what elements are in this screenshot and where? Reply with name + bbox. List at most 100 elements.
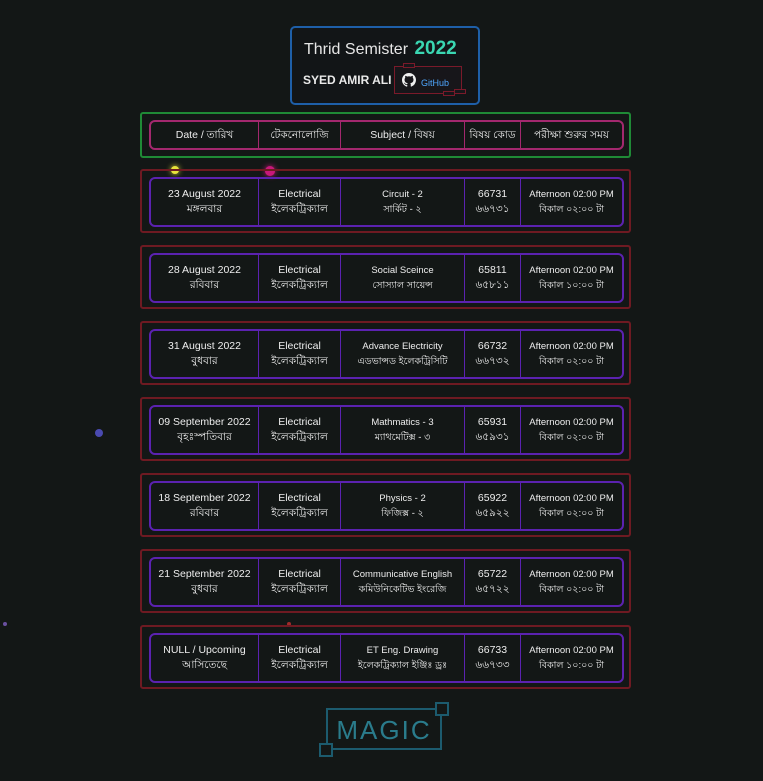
date-cell: 28 August 2022 রবিবার <box>151 255 259 301</box>
tech-en: Electrical <box>278 340 321 352</box>
day-text: মঙ্গলবার <box>186 203 223 215</box>
tech-bn: ইলেকট্রিক্যাল <box>271 507 328 519</box>
time-cell: Afternoon 02:00 PM বিকাল ০২:০০ টা <box>521 179 622 225</box>
table-row-inner: 21 September 2022 বুধবার Electrical ইলেকট্… <box>149 557 624 607</box>
tech-bn: ইলেকট্রিক্যাল <box>271 203 328 215</box>
subject-bn: সার্কিট - ২ <box>383 204 422 215</box>
code-cell: 66731 ৬৬৭৩১ <box>465 179 521 225</box>
subject-bn: ইলেকট্রিক্যাল ইঞ্জিঃ ড্রঃ <box>357 660 448 671</box>
table-row-inner: 28 August 2022 রবিবার Electrical ইলেকট্রিক… <box>149 253 624 303</box>
column-header-technology: টেকনোলোজি <box>259 122 341 148</box>
subject-cell: Social Sceince সোস্যাল সায়েন্স <box>341 255 465 301</box>
subject-bn: এডভান্সড ইলেকট্রিসিটি <box>357 356 448 367</box>
tech-en: Electrical <box>278 188 321 200</box>
tech-en: Electrical <box>278 264 321 276</box>
code-bn: ৬৫৭২২ <box>475 583 510 595</box>
tech-en: Electrical <box>278 416 321 428</box>
time-en: Afternoon 02:00 PM <box>529 189 614 200</box>
subject-en: Physics - 2 <box>379 493 426 504</box>
table-row-inner: 09 September 2022 বৃহঃস্পতিবার Electrical… <box>149 405 624 455</box>
subject-en: ET Eng. Drawing <box>366 645 439 656</box>
date-text: NULL / Upcoming <box>163 644 246 656</box>
code-en: 66731 <box>477 188 508 200</box>
date-text: 28 August 2022 <box>168 264 241 276</box>
table-header-inner: Date / তারিখ টেকনোলোজি Subject / বিষয় ব… <box>149 120 624 150</box>
time-bn: বিকাল ১০:০০ টা <box>538 280 605 291</box>
date-cell: 09 September 2022 বৃহঃস্পতিবার <box>151 407 259 453</box>
table-row-inner: 23 August 2022 মঙ্গলবার Electrical ইলেকট্র… <box>149 177 624 227</box>
table-row-inner: 31 August 2022 বুধবার Electrical ইলেকট্রিক… <box>149 329 624 379</box>
code-en: 65922 <box>477 492 508 504</box>
header-card: Thrid Semister 2022 SYED AMIR ALI GitHub <box>290 26 480 105</box>
subject-cell: Advance Electricity এডভান্সড ইলেকট্রিসিটি <box>341 331 465 377</box>
subject-en: Social Sceince <box>371 265 434 276</box>
time-bn: বিকাল ১০:০০ টা <box>538 660 605 671</box>
time-cell: Afternoon 02:00 PM বিকাল ১০:০০ টা <box>521 635 622 681</box>
tech-en: Electrical <box>278 492 321 504</box>
title-text: Thrid Semister <box>304 41 409 58</box>
code-cell: 65922 ৬৫৯২২ <box>465 483 521 529</box>
subject-bn: ম্যাথমেটিক্স - ৩ <box>374 432 431 443</box>
date-text: 21 September 2022 <box>158 568 251 580</box>
date-cell: 31 August 2022 বুধবার <box>151 331 259 377</box>
subject-en: Communicative English <box>352 569 453 580</box>
code-cell: 65811 ৬৫৮১১ <box>465 255 521 301</box>
date-text: 23 August 2022 <box>168 188 241 200</box>
subject-bn: সোস্যাল সায়েন্স <box>372 280 433 291</box>
time-en: Afternoon 02:00 PM <box>529 645 614 656</box>
subject-en: Circuit - 2 <box>382 189 423 200</box>
page: Thrid Semister 2022 SYED AMIR ALI GitHub… <box>0 0 763 781</box>
time-bn: বিকাল ০২:০০ টা <box>538 508 605 519</box>
technology-cell: Electrical ইলেকট্রিক্যাল <box>259 179 341 225</box>
subject-en: Advance Electricity <box>362 341 443 352</box>
column-header-code: বিষয় কোড <box>465 122 521 148</box>
code-en: 66732 <box>477 340 508 352</box>
time-bn: বিকাল ০২:০০ টা <box>538 432 605 443</box>
day-text: রবিবার <box>189 507 220 519</box>
date-text: 09 September 2022 <box>158 416 251 428</box>
code-en: 65931 <box>477 416 508 428</box>
button-decoration <box>454 89 466 94</box>
table-row: 28 August 2022 রবিবার Electrical ইলেকট্রিক… <box>140 245 631 309</box>
code-cell: 65722 ৬৫৭২২ <box>465 559 521 605</box>
code-en: 65811 <box>478 264 507 276</box>
code-bn: ৬৬৭৩৩ <box>475 659 510 671</box>
code-bn: ৬৬৭৩১ <box>475 203 510 215</box>
day-text: বুধবার <box>191 583 218 595</box>
technology-cell: Electrical ইলেকট্রিক্যাল <box>259 407 341 453</box>
time-bn: বিকাল ০২:০০ টা <box>538 356 605 367</box>
table-header: Date / তারিখ টেকনোলোজি Subject / বিষয় ব… <box>140 112 631 158</box>
date-cell: 18 September 2022 রবিবার <box>151 483 259 529</box>
time-en: Afternoon 02:00 PM <box>529 417 614 428</box>
date-cell: 21 September 2022 বুধবার <box>151 559 259 605</box>
github-label: GitHub <box>421 78 450 88</box>
time-en: Afternoon 02:00 PM <box>529 493 614 504</box>
technology-cell: Electrical ইলেকট্রিক্যাল <box>259 483 341 529</box>
code-bn: ৬৫৯৩১ <box>475 431 510 443</box>
time-en: Afternoon 02:00 PM <box>529 341 614 352</box>
tech-bn: ইলেকট্রিক্যাল <box>271 583 328 595</box>
technology-cell: Electrical ইলেকট্রিক্যাল <box>259 331 341 377</box>
github-icon <box>402 73 416 87</box>
tech-en: Electrical <box>278 568 321 580</box>
table-row: NULL / Upcoming আসিতেছে Electrical ইলেকট্র… <box>140 625 631 689</box>
particle-dot <box>95 429 103 437</box>
code-cell: 66732 ৬৬৭৩২ <box>465 331 521 377</box>
day-text: বুধবার <box>191 355 218 367</box>
time-en: Afternoon 02:00 PM <box>529 265 614 276</box>
day-text: বৃহঃস্পতিবার <box>177 431 232 443</box>
github-button[interactable]: GitHub <box>394 63 466 96</box>
tech-bn: ইলেকট্রিক্যাল <box>271 431 328 443</box>
time-cell: Afternoon 02:00 PM বিকাল ০২:০০ টা <box>521 407 622 453</box>
tech-bn: ইলেকট্রিক্যাল <box>271 279 328 291</box>
table-row: 09 September 2022 বৃহঃস্পতিবার Electrical… <box>140 397 631 461</box>
column-header-subject: Subject / বিষয় <box>341 122 465 148</box>
author-name: SYED AMIR ALI <box>303 73 392 87</box>
date-cell: NULL / Upcoming আসিতেছে <box>151 635 259 681</box>
code-bn: ৬৫৯২২ <box>475 507 510 519</box>
code-bn: ৬৬৭৩২ <box>475 355 510 367</box>
table-row: 21 September 2022 বুধবার Electrical ইলেকট্… <box>140 549 631 613</box>
particle-dot <box>3 622 7 626</box>
button-decoration <box>443 91 455 96</box>
time-en: Afternoon 02:00 PM <box>529 569 614 580</box>
